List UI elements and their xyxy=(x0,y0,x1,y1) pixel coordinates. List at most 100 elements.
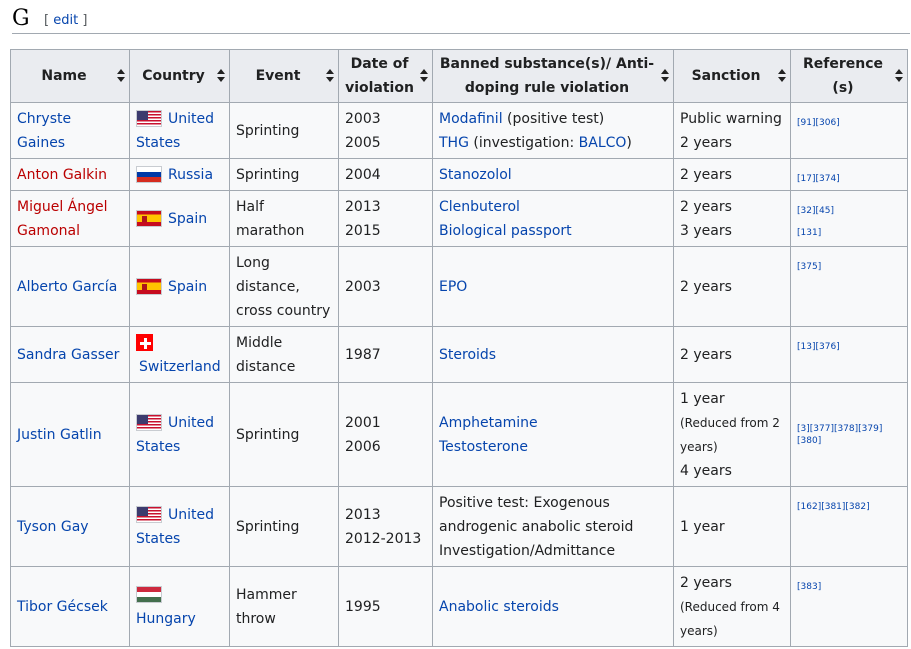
reference-link[interactable]: [17][374] xyxy=(797,173,901,185)
country-link[interactable]: Spain xyxy=(168,211,207,227)
country-cell: Switzerland xyxy=(129,326,230,383)
date-cell: 2003 2005 xyxy=(338,102,433,159)
col-header-substance[interactable]: Banned substance(s)/ Anti-doping rule vi… xyxy=(432,49,674,103)
sort-icon[interactable] xyxy=(420,69,428,83)
sort-icon[interactable] xyxy=(895,69,903,83)
sanction-cell: Public warning 2 years xyxy=(673,102,791,159)
substance-line: Positive test: Exogenous xyxy=(439,491,667,515)
col-header-name[interactable]: Name xyxy=(10,49,130,103)
reference-link[interactable]: [3][377][378][379][380] xyxy=(797,423,901,447)
flag-ru-icon xyxy=(136,166,162,183)
country-name-line: Spain xyxy=(168,210,208,227)
substance-text: (investigation: xyxy=(468,134,579,151)
date-cell: 1987 xyxy=(338,326,433,383)
athlete-link[interactable]: Sandra Gasser xyxy=(17,347,119,363)
athlete-link[interactable]: Justin Gatlin xyxy=(17,427,102,443)
substance-cell: Positive test: Exogenous androgenic anabo… xyxy=(432,486,674,567)
athlete-link[interactable]: Anton Galkin xyxy=(17,167,107,183)
athlete-link[interactable]: Miguel Ángel Gamonal xyxy=(17,195,123,243)
sort-icon[interactable] xyxy=(326,69,334,83)
sanction-cell: 2 years xyxy=(673,326,791,383)
name-cell: Chryste Gaines xyxy=(10,102,130,159)
reference-link[interactable]: [375] xyxy=(797,261,901,273)
date-line: 2005 xyxy=(345,134,381,151)
reference-link[interactable]: [162][381][382] xyxy=(797,501,901,513)
country-link[interactable]: Russia xyxy=(168,167,213,183)
date-cell: 2013 2015 xyxy=(338,190,433,247)
event-cell: Long distance, cross country xyxy=(229,246,339,327)
substance-link[interactable]: Steroids xyxy=(439,347,496,363)
sanction-line: 1 year xyxy=(680,390,725,407)
date-cell: 2013 2012-2013 xyxy=(338,486,433,567)
name-cell: Sandra Gasser xyxy=(10,326,130,383)
substance-link[interactable]: EPO xyxy=(439,279,467,295)
date-cell: 2001 2006 xyxy=(338,382,433,487)
col-header-event[interactable]: Event xyxy=(229,49,339,103)
sanction-line: Public warning xyxy=(680,110,782,127)
reference-link[interactable]: [383] xyxy=(797,581,901,593)
athlete-link[interactable]: Tyson Gay xyxy=(17,519,89,535)
date-line: 2003 xyxy=(345,278,381,295)
event-line: Sprinting xyxy=(236,166,300,183)
header-row: Name Country Event Date of violation Ban… xyxy=(10,49,908,103)
country-link[interactable]: Switzerland xyxy=(136,355,223,379)
sanction-line: (Reduced from 2 xyxy=(680,415,780,430)
references-cell: [13][376] xyxy=(790,326,908,383)
references-cell: [17][374] xyxy=(790,158,908,191)
reference-link[interactable]: [131] xyxy=(797,227,901,239)
date-line: 2001 xyxy=(345,414,381,431)
event-line: throw xyxy=(236,610,276,627)
substance-link[interactable]: Testosterone xyxy=(439,439,528,455)
sanction-cell: 2 years 3 years xyxy=(673,190,791,247)
reference-link[interactable]: [32][45] xyxy=(797,205,901,217)
substance-link[interactable]: BALCO xyxy=(579,135,627,151)
athlete-link[interactable]: Tibor Gécsek xyxy=(17,599,108,615)
references-cell: [162][381][382] xyxy=(790,486,908,567)
flag-us-icon xyxy=(136,414,162,431)
date-line: 2006 xyxy=(345,438,381,455)
col-header-date[interactable]: Date of violation xyxy=(338,49,433,103)
event-line: Hammer xyxy=(236,586,297,603)
sanction-line: 2 years xyxy=(680,278,732,295)
athlete-link[interactable]: Alberto García xyxy=(17,279,117,295)
col-header-references[interactable]: Reference (s) xyxy=(790,49,908,103)
edit-link[interactable]: edit xyxy=(53,13,78,28)
country-link[interactable]: Hungary xyxy=(136,611,196,627)
country-link[interactable]: Spain xyxy=(168,279,207,295)
substance-text: ) xyxy=(626,134,632,151)
sanction-line: years) xyxy=(680,623,718,638)
substance-link[interactable]: Biological passport xyxy=(439,223,572,239)
substance-line: Amphetamine xyxy=(439,411,667,435)
event-line: Sprinting xyxy=(236,122,300,139)
flag-us-icon xyxy=(136,110,162,127)
event-cell: Sprinting xyxy=(229,102,339,159)
table-row: Miguel Ángel Gamonal Spain Half marathon 201… xyxy=(10,190,908,247)
substance-line: Modafinil (positive test) xyxy=(439,107,667,131)
doping-cases-table: Name Country Event Date of violation Ban… xyxy=(10,49,908,647)
sort-icon[interactable] xyxy=(778,69,786,83)
references-cell: [3][377][378][379][380] xyxy=(790,382,908,487)
sanction-line: 1 year xyxy=(680,518,725,535)
col-header-sanction[interactable]: Sanction xyxy=(673,49,791,103)
substance-link[interactable]: Clenbuterol xyxy=(439,199,520,215)
substance-link[interactable]: Modafinil xyxy=(439,111,503,127)
sort-icon[interactable] xyxy=(661,69,669,83)
col-header-country[interactable]: Country xyxy=(129,49,230,103)
name-cell: Alberto García xyxy=(10,246,130,327)
substance-link[interactable]: Amphetamine xyxy=(439,415,538,431)
sanction-line: 2 years xyxy=(680,198,732,215)
sort-icon[interactable] xyxy=(217,69,225,83)
country-cell: Spain xyxy=(129,190,230,247)
event-line: Half marathon xyxy=(236,198,305,239)
substance-link[interactable]: Stanozolol xyxy=(439,167,512,183)
sanction-line: years) xyxy=(680,439,718,454)
sort-icon[interactable] xyxy=(117,69,125,83)
reference-link[interactable]: [91][306] xyxy=(797,117,901,129)
athlete-name-line: Gamonal xyxy=(17,222,80,239)
athlete-link[interactable]: Chryste Gaines xyxy=(17,111,71,151)
reference-link[interactable]: [13][376] xyxy=(797,341,901,353)
country-cell: Russia xyxy=(129,158,230,191)
substance-link[interactable]: Anabolic steroids xyxy=(439,599,559,615)
substance-link[interactable]: THG xyxy=(439,135,469,151)
name-cell: Tibor Gécsek xyxy=(10,566,130,647)
